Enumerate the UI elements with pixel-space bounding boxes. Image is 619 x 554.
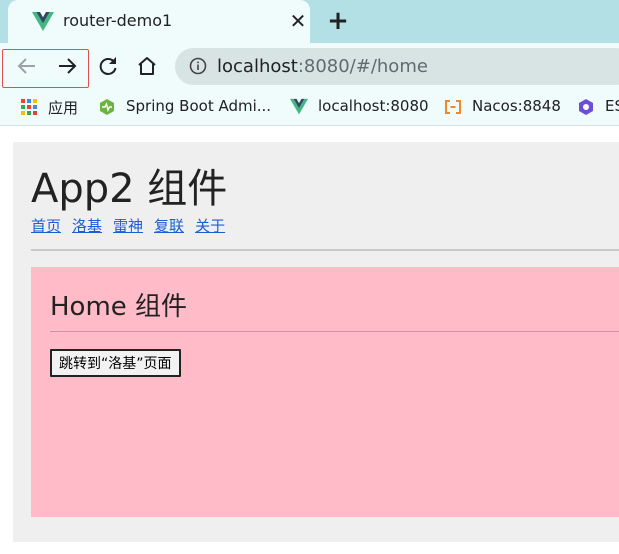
info-icon[interactable]: [189, 57, 207, 75]
nav-link-thor[interactable]: 雷神: [113, 217, 143, 235]
bookmark-label: localhost:8080: [318, 97, 429, 115]
tab-close-icon[interactable]: ✕: [287, 10, 309, 32]
router-nav: 首页 洛基 雷神 复联 关于: [31, 215, 236, 236]
bookmarks-bar: 应用 Spring Boot Admi... localhost:8080 Na…: [0, 90, 619, 126]
nav-link-about[interactable]: 关于: [195, 217, 225, 235]
browser-tab[interactable]: router-demo1 ✕: [8, 0, 310, 43]
bookmark-label: Nacos:8848: [472, 97, 561, 115]
page-viewport: App2 组件 首页 洛基 雷神 复联 关于 Home 组件 跳转到“洛基”页面: [0, 126, 619, 554]
home-component: Home 组件 跳转到“洛基”页面: [31, 267, 619, 517]
apps-grid-icon: [21, 99, 37, 115]
jump-to-loki-button[interactable]: 跳转到“洛基”页面: [50, 349, 181, 377]
nav-link-loki[interactable]: 洛基: [72, 217, 102, 235]
spring-boot-admin-icon: [100, 99, 114, 115]
new-tab-button[interactable]: +: [325, 8, 351, 35]
app-container: App2 组件 首页 洛基 雷神 复联 关于 Home 组件 跳转到“洛基”页面: [13, 142, 619, 542]
home-title: Home 组件: [50, 292, 188, 322]
back-arrow-icon[interactable]: [14, 53, 40, 79]
bookmark-label: 应用: [48, 99, 79, 117]
browser-toolbar: localhost:8080/#/home: [0, 43, 619, 90]
forward-arrow-icon[interactable]: [54, 53, 80, 79]
url-host: localhost: [217, 56, 298, 77]
bookmark-label: Spring Boot Admi...: [126, 97, 272, 115]
hexagon-icon: [579, 99, 593, 115]
bookmark-label: ES: [605, 97, 619, 115]
tab-strip: router-demo1 ✕ +: [0, 0, 619, 43]
reload-icon[interactable]: [95, 53, 121, 79]
home-icon[interactable]: [134, 53, 160, 79]
nacos-icon: [445, 100, 461, 114]
vue-logo-icon: [32, 12, 54, 31]
nav-link-avengers[interactable]: 复联: [154, 217, 184, 235]
address-bar[interactable]: localhost:8080/#/home: [175, 48, 619, 85]
vue-logo-icon: [290, 98, 308, 115]
divider: [31, 249, 619, 251]
url-path: :8080/#/home: [297, 56, 428, 77]
app-title: App2 组件: [31, 166, 228, 212]
divider: [50, 331, 619, 332]
address-url[interactable]: localhost:8080/#/home: [217, 56, 428, 77]
nav-link-home[interactable]: 首页: [31, 217, 61, 235]
tab-title: router-demo1: [63, 11, 173, 30]
